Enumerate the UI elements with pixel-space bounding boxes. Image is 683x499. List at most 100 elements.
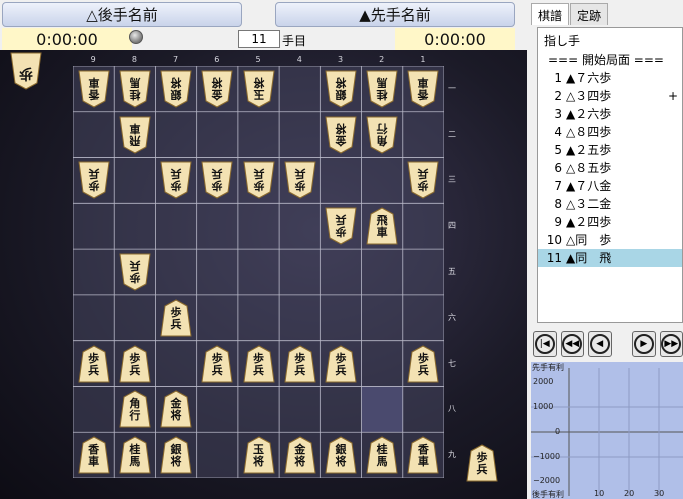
gote-piece-6-3[interactable]: 歩兵: [201, 161, 233, 200]
kifu-branch-mark: +: [668, 89, 679, 103]
first-move-button[interactable]: |◀: [533, 331, 557, 357]
kifu-move-number: 6: [554, 161, 562, 175]
kifu-move-text: ▲２六歩: [566, 107, 612, 121]
gote-piece-5-1[interactable]: 玉将: [242, 70, 275, 108]
gote-piece-5-3[interactable]: 歩兵: [242, 161, 275, 200]
gote-piece-3-4[interactable]: 歩兵: [325, 207, 357, 245]
gote-piece-8-2[interactable]: 飛車: [119, 116, 151, 154]
piece-text: 銀将: [335, 443, 347, 469]
back-button[interactable]: ◀: [588, 331, 612, 357]
sente-hand-piece[interactable]: 歩兵: [466, 444, 498, 482]
sente-piece-4-9[interactable]: 金将: [284, 436, 316, 474]
gote-piece-1-3[interactable]: 歩兵: [407, 161, 439, 200]
gote-piece-9-3[interactable]: 歩兵: [78, 161, 110, 200]
sente-piece-9-9[interactable]: 香車: [78, 436, 110, 474]
rank-label: 八: [448, 404, 456, 414]
sente-piece-5-7[interactable]: 歩兵: [242, 344, 275, 383]
piece-text: 歩兵: [129, 259, 141, 284]
board-area: 987654321一二三四五六七八九 香車桂馬銀将金将玉将銀将桂馬香車飛車金将角…: [0, 50, 527, 499]
fast-forward-icon: ▶▶: [661, 334, 682, 354]
skip-start-icon: |◀: [534, 334, 555, 354]
sente-piece-2-4[interactable]: 飛車: [366, 207, 398, 245]
kifu-start-line[interactable]: === 開始局面 ===: [538, 51, 682, 69]
piece-text: 歩兵: [294, 167, 306, 193]
kifu-move-text: ▲７六歩: [566, 71, 612, 85]
kifu-row[interactable]: 6 △８五歩: [538, 159, 682, 177]
forward-ten-button[interactable]: ▶▶: [659, 331, 683, 357]
piece-text: 金将: [335, 121, 347, 147]
gote-name-button[interactable]: △後手名前: [2, 2, 242, 27]
sente-name-button[interactable]: ▲先手名前: [275, 2, 515, 27]
kifu-row[interactable]: 4 △８四歩: [538, 123, 682, 141]
kifu-move-text: ▲２四歩: [566, 215, 612, 229]
sente-piece-1-9[interactable]: 香車: [407, 436, 439, 474]
kifu-row[interactable]: 2 △３四歩 +: [538, 87, 682, 105]
piece-text: 歩兵: [170, 305, 182, 331]
piece-text: 香車: [88, 75, 100, 101]
piece-text: 歩兵: [335, 351, 347, 377]
kifu-row[interactable]: 7 ▲７八金: [538, 177, 682, 195]
piece-text: 香車: [417, 443, 429, 469]
gote-piece-4-3[interactable]: 歩兵: [284, 161, 316, 200]
kifu-move-number: 4: [554, 125, 562, 139]
piece-text: 歩兵: [88, 167, 100, 193]
piece-text: 桂馬: [129, 75, 141, 101]
evaluation-graph[interactable]: 先手有利 2000 1000 0 −1000 −2000 後手有利 10 20 …: [531, 362, 683, 499]
sente-piece-8-9[interactable]: 桂馬: [119, 436, 151, 474]
sente-piece-7-6[interactable]: 歩兵: [160, 299, 192, 337]
gote-piece-3-2[interactable]: 金将: [325, 116, 357, 154]
kifu-row[interactable]: 8 △３二金: [538, 195, 682, 213]
gote-piece-2-1[interactable]: 桂馬: [366, 70, 398, 108]
sente-piece-8-8[interactable]: 角行: [119, 390, 151, 428]
piece-text: 桂馬: [376, 75, 388, 101]
kifu-move-number: 2: [554, 89, 562, 103]
back-ten-button[interactable]: ◀◀: [560, 331, 584, 357]
kifu-row[interactable]: 1 ▲７六歩: [538, 69, 682, 87]
gote-piece-7-3[interactable]: 歩兵: [160, 161, 192, 200]
piece-text: 歩兵: [476, 451, 488, 476]
sente-piece-7-9[interactable]: 銀将: [160, 436, 192, 474]
graph-xtick: 10: [594, 489, 605, 498]
gote-piece-9-1[interactable]: 香車: [78, 70, 110, 108]
piece-text: 金将: [294, 443, 306, 469]
forward-button[interactable]: ▶: [632, 331, 656, 357]
sente-piece-7-8[interactable]: 金将: [160, 390, 192, 428]
sente-piece-6-7[interactable]: 歩兵: [201, 344, 233, 383]
gote-piece-3-1[interactable]: 銀将: [325, 70, 357, 108]
piece-text: 角行: [376, 121, 388, 147]
kifu-move-text: ▲２五歩: [566, 143, 612, 157]
kifu-move-number: 3: [554, 107, 562, 121]
kifu-row[interactable]: 3 ▲２六歩: [538, 105, 682, 123]
kifu-move-number: 10: [546, 233, 562, 247]
gote-piece-1-1[interactable]: 香車: [407, 70, 439, 108]
gote-piece-8-1[interactable]: 桂馬: [119, 70, 151, 108]
move-unit-label: 手目: [282, 34, 307, 48]
tab-joseki[interactable]: 定跡: [570, 3, 609, 25]
tab-kifu[interactable]: 棋譜: [531, 3, 570, 25]
kifu-row[interactable]: 11 ▲同 飛: [538, 249, 682, 267]
sente-piece-8-7[interactable]: 歩兵: [119, 344, 151, 383]
kifu-row[interactable]: 9 ▲２四歩: [538, 213, 682, 231]
move-number-field[interactable]: 11: [238, 30, 280, 48]
graph-ytick: 2000: [533, 377, 554, 386]
gote-piece-8-5[interactable]: 歩兵: [119, 253, 151, 291]
sente-piece-3-7[interactable]: 歩兵: [325, 344, 357, 383]
kifu-row[interactable]: 5 ▲２五歩: [538, 141, 682, 159]
gote-piece-6-1[interactable]: 金将: [201, 70, 233, 108]
sente-piece-2-9[interactable]: 桂馬: [366, 436, 398, 474]
sente-piece-1-7[interactable]: 歩兵: [407, 344, 439, 383]
sente-piece-4-7[interactable]: 歩兵: [284, 344, 316, 383]
kifu-move-text: △８五歩: [566, 161, 612, 175]
gote-piece-7-1[interactable]: 銀将: [160, 70, 192, 108]
gote-hand-piece[interactable]: 歩: [10, 52, 42, 90]
piece-text: 銀将: [170, 443, 182, 469]
status-light-icon: [129, 30, 143, 44]
kifu-row[interactable]: 10 △同 歩: [538, 231, 682, 249]
kifu-move-text: ▲同 飛: [566, 251, 612, 265]
gote-piece-2-2[interactable]: 角行: [366, 116, 398, 154]
file-label: 7: [173, 55, 179, 64]
sente-piece-5-9[interactable]: 玉将: [242, 436, 275, 474]
sente-piece-9-7[interactable]: 歩兵: [78, 344, 110, 383]
sente-piece-3-9[interactable]: 銀将: [325, 436, 357, 474]
kifu-list[interactable]: 指し手 === 開始局面 === 1 ▲７六歩 2 △３四歩 +3 ▲２六歩 4 △８四歩 5 ▲…: [537, 27, 683, 323]
